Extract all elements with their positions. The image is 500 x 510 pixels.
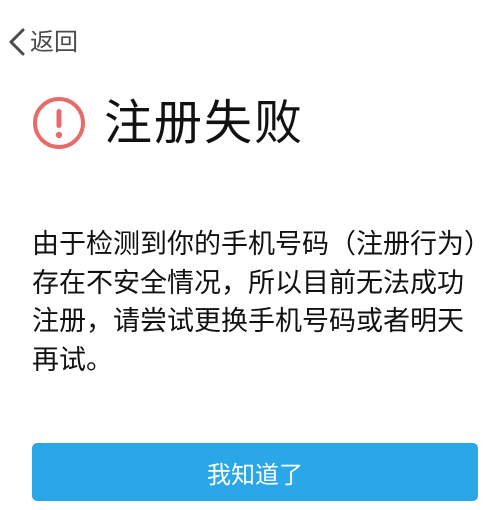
back-button[interactable]: 返回 bbox=[6, 22, 78, 62]
top-bar: 返回 bbox=[0, 0, 500, 82]
confirm-button[interactable]: 我知道了 bbox=[32, 443, 478, 501]
exclamation-circle-icon bbox=[32, 96, 86, 150]
back-label: 返回 bbox=[30, 28, 78, 56]
chevron-left-icon bbox=[6, 24, 28, 60]
result-header: 注册失败 bbox=[32, 88, 304, 158]
error-message: 由于检测到你的手机号码（注册行为）存在不安全情况，所以目前无法成功注册，请尝试更… bbox=[32, 229, 478, 376]
page-title: 注册失败 bbox=[104, 95, 305, 151]
